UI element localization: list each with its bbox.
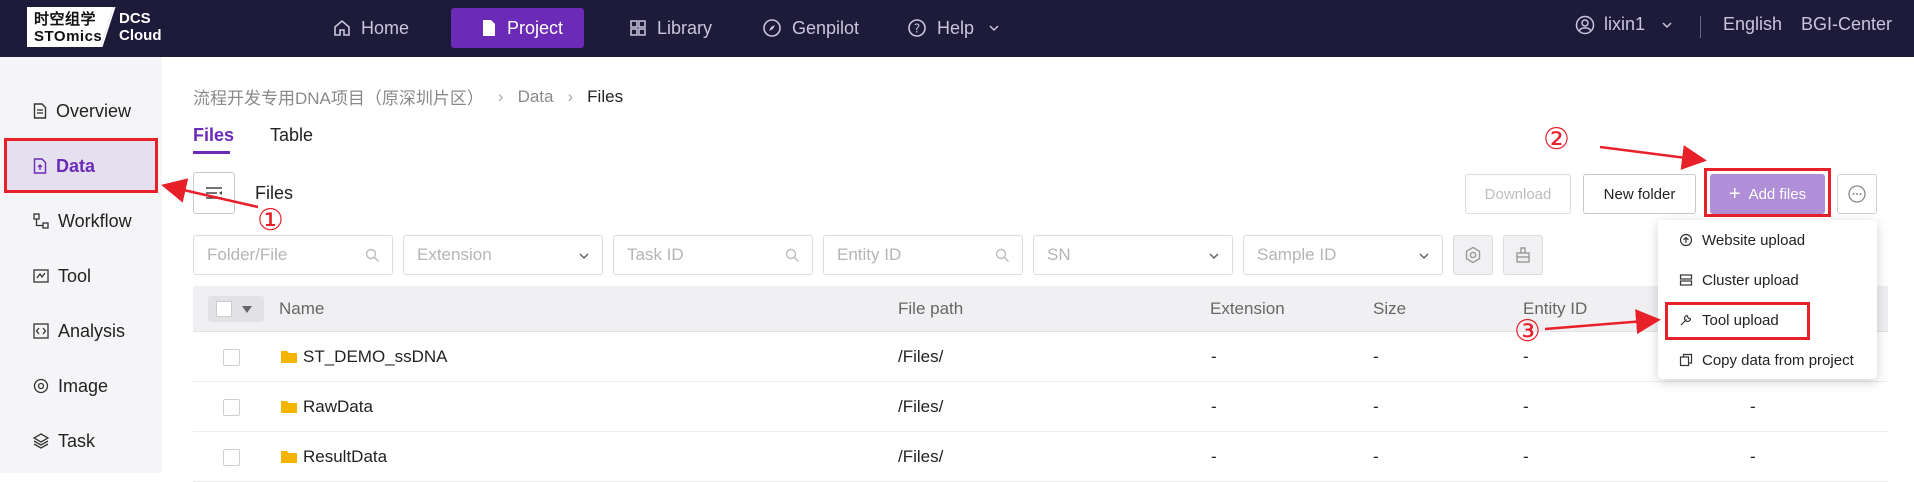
annotation-arrow-1 [161, 178, 259, 209]
annotation-arrow-2 [1599, 145, 1707, 170]
annotation-number-1: ① [257, 203, 284, 238]
annotation-number-2: ② [1543, 122, 1570, 157]
annotation-overlay [161, 145, 1707, 335]
annotation-number-3: ③ [1514, 314, 1541, 349]
annotation-arrow-3 [1544, 309, 1661, 335]
